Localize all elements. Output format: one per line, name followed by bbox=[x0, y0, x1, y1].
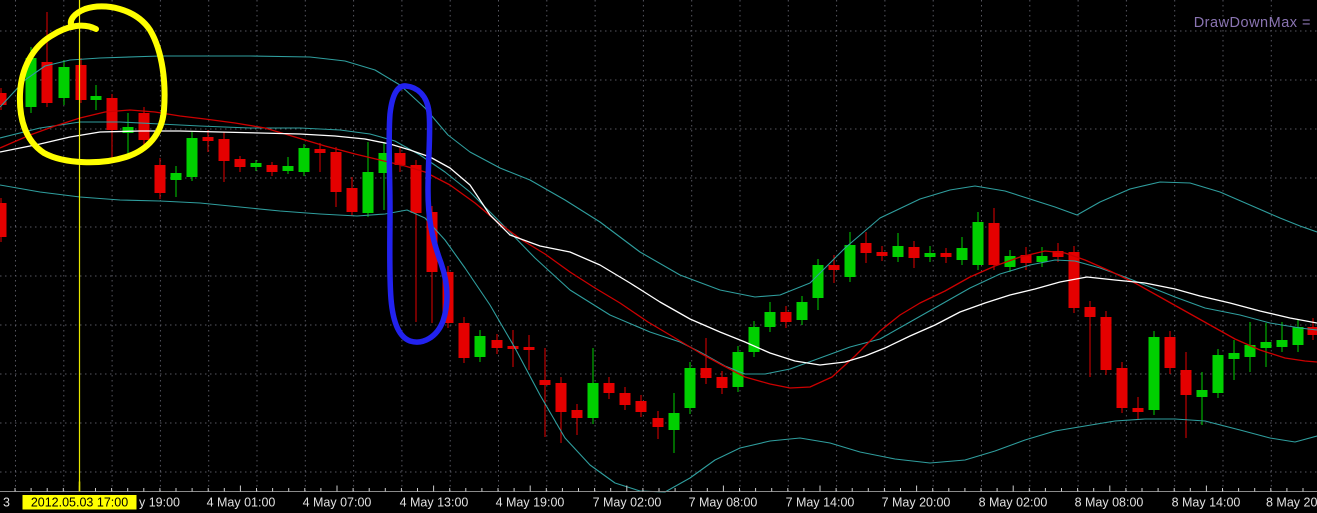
candle bbox=[458, 317, 470, 363]
time-axis-label: 3 bbox=[3, 496, 10, 510]
time-axis-label: 8 May 20: bbox=[1266, 496, 1317, 510]
time-axis-label: 7 May 20:00 bbox=[882, 496, 951, 510]
candle bbox=[1148, 331, 1160, 415]
candlestick-chart-canvas[interactable]: 3 2012.05.03 17:00 y 19:00 4 May 01:00 4 May… bbox=[0, 0, 1317, 513]
time-axis-label: 4 May 01:00 bbox=[207, 496, 276, 510]
candle bbox=[1100, 311, 1112, 375]
candle bbox=[0, 198, 7, 242]
drawdown-comment-label: DrawDownMax = bbox=[1193, 15, 1311, 31]
time-axis-label: 4 May 19:00 bbox=[496, 496, 565, 510]
candle bbox=[1164, 331, 1176, 374]
candle bbox=[732, 346, 744, 392]
time-axis-label: 4 May 07:00 bbox=[303, 496, 372, 510]
time-axis-label: y 19:00 bbox=[139, 496, 180, 510]
time-axis-label: 7 May 08:00 bbox=[689, 496, 758, 510]
candle bbox=[1116, 362, 1128, 413]
time-axis-label: 4 May 13:00 bbox=[400, 496, 469, 510]
candle bbox=[298, 144, 310, 176]
candle bbox=[684, 362, 696, 414]
candle bbox=[1212, 349, 1224, 398]
time-axis-label: 8 May 02:00 bbox=[979, 496, 1048, 510]
time-axis-label: 8 May 08:00 bbox=[1075, 496, 1144, 510]
trading-chart-window: 3 2012.05.03 17:00 y 19:00 4 May 01:00 4 May… bbox=[0, 0, 1317, 513]
time-axis-label: 2012.05.03 17:00 bbox=[31, 496, 128, 510]
time-axis-label: 8 May 14:00 bbox=[1172, 496, 1241, 510]
time-axis-label: 7 May 14:00 bbox=[786, 496, 855, 510]
candle bbox=[186, 132, 198, 181]
time-axis-label: 7 May 02:00 bbox=[593, 496, 662, 510]
